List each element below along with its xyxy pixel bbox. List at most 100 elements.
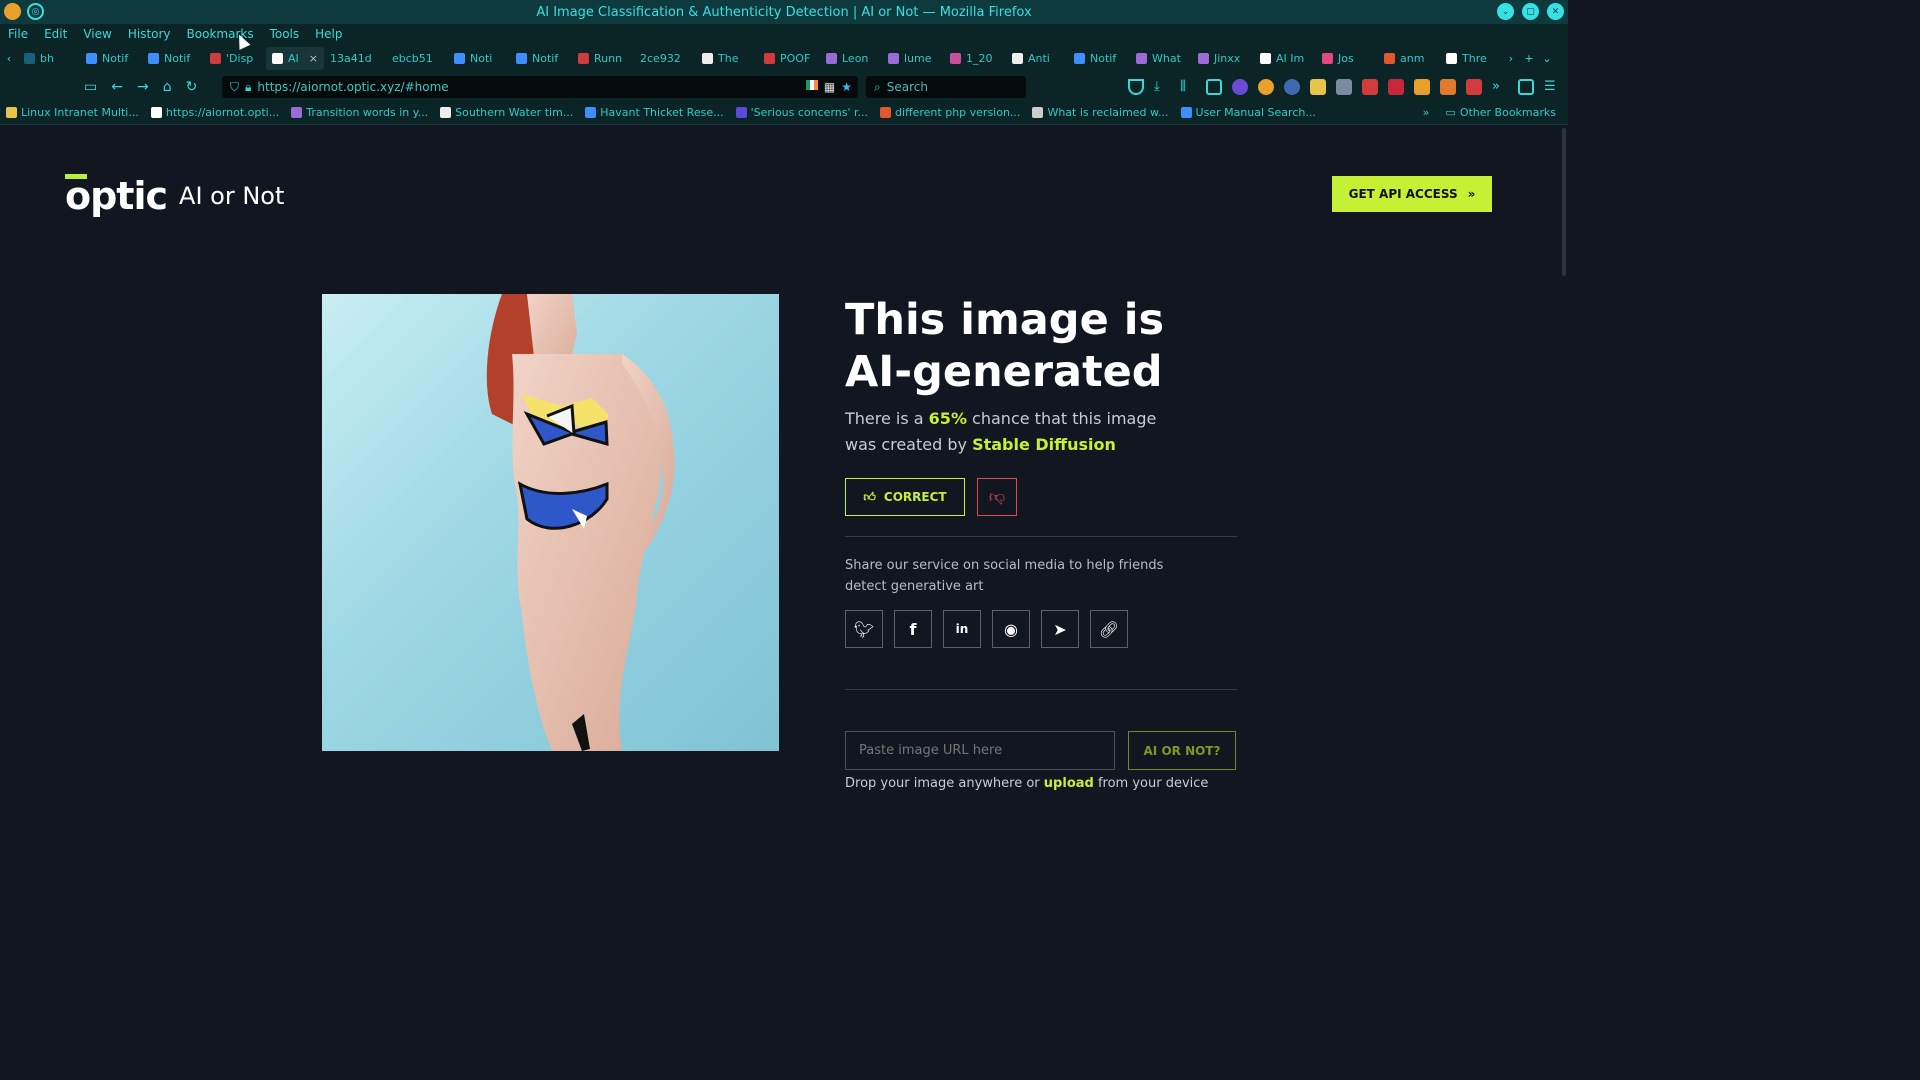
extension-icon[interactable] [1440, 79, 1456, 95]
tab-6[interactable]: ebcb51 [386, 47, 448, 70]
tab-list-icon[interactable]: ⌄ [1538, 52, 1556, 65]
tab-17[interactable]: Notif [1068, 47, 1130, 70]
menu-help[interactable]: Help [307, 27, 350, 41]
tab-3[interactable]: 'Disp [204, 47, 266, 70]
tabs-scroll-right-icon[interactable]: › [1502, 52, 1520, 65]
lock-icon[interactable]: 🔒︎ [245, 80, 251, 95]
incorrect-button[interactable]: 👎︎ [977, 478, 1017, 516]
tab-16[interactable]: Anti [1006, 47, 1068, 70]
bookmark-item[interactable]: 'Serious concerns' r... [730, 106, 874, 119]
other-bookmarks[interactable]: ▭ Other Bookmarks [1439, 106, 1562, 119]
minimize-icon[interactable]: ⌄ [1497, 3, 1514, 20]
site-logo[interactable]: optic AI or Not [65, 174, 284, 218]
tab-8[interactable]: Notif [510, 47, 572, 70]
get-api-access-button[interactable]: GET API ACCESS » [1332, 176, 1492, 212]
firefox-icon[interactable] [4, 3, 21, 20]
tab-14[interactable]: lume [882, 47, 944, 70]
upload-link[interactable]: upload [1044, 776, 1094, 791]
library-icon[interactable]: ⫼ [1180, 79, 1196, 95]
tab-7[interactable]: Noti [448, 47, 510, 70]
qr-icon[interactable]: ▦ [824, 80, 835, 94]
tab-4[interactable]: AI × [266, 47, 324, 70]
extension-icon[interactable] [1232, 79, 1248, 95]
bookmark-item[interactable]: Havant Thicket Rese... [579, 106, 729, 119]
menu-file[interactable]: File [0, 27, 36, 41]
pocket-icon[interactable] [1128, 79, 1144, 95]
back-icon[interactable]: ← [111, 79, 123, 95]
facebook-share-button[interactable]: f [894, 610, 932, 648]
bookmark-star-icon[interactable]: ★ [841, 80, 852, 94]
folder-icon[interactable]: ▭ [84, 79, 97, 95]
close-window-icon[interactable]: ✕ [1547, 3, 1564, 20]
tab-label: anm [1400, 52, 1425, 65]
tab-1[interactable]: Notif [80, 47, 142, 70]
overflow-icon[interactable]: » [1492, 79, 1508, 95]
bookmark-item[interactable]: Linux Intranet Multi... [0, 106, 145, 119]
tab-label: Jos [1338, 52, 1354, 65]
tab-favicon-icon [950, 53, 961, 64]
tab-12[interactable]: POOF [758, 47, 820, 70]
tab-15[interactable]: 1_20 [944, 47, 1006, 70]
extension-icon[interactable] [1388, 79, 1404, 95]
bookmark-item[interactable]: Southern Water tim... [434, 106, 579, 119]
extension-icon[interactable] [1336, 79, 1352, 95]
menu-history[interactable]: History [120, 27, 179, 41]
tab-13[interactable]: Leon [820, 47, 882, 70]
bookmark-item[interactable]: What is reclaimed w... [1026, 106, 1174, 119]
tab-10[interactable]: 2ce932 [634, 47, 696, 70]
extension-icon[interactable] [1284, 79, 1300, 95]
menu-edit[interactable]: Edit [36, 27, 75, 41]
downloads-icon[interactable]: ⤓ [1154, 79, 1170, 95]
menu-tools[interactable]: Tools [262, 27, 308, 41]
tab-5[interactable]: 13a41d [324, 47, 386, 70]
shield-icon[interactable]: ⛉ [230, 80, 239, 95]
bookmark-item[interactable]: https://aiornot.opti... [145, 106, 285, 119]
bookmark-item[interactable]: different php version... [874, 106, 1026, 119]
tab-2[interactable]: Notif [142, 47, 204, 70]
tab-0[interactable]: bh [18, 47, 80, 70]
url-bar[interactable]: ⛉ 🔒︎ https://aiornot.optic.xyz/#home ▦ ★ [222, 76, 858, 98]
menu-bookmarks[interactable]: Bookmarks [179, 27, 262, 41]
tabs-scroll-left-icon[interactable]: ‹ [0, 52, 18, 65]
correct-button[interactable]: 👍︎ CORRECT [845, 478, 965, 516]
home-icon[interactable]: ⌂ [163, 79, 172, 95]
tab-18[interactable]: What [1130, 47, 1192, 70]
maximize-icon[interactable]: ▢ [1522, 3, 1539, 20]
window-menu-icon[interactable]: ◎ [27, 3, 44, 20]
search-input[interactable]: ⌕ Search [866, 76, 1026, 98]
tab-20[interactable]: AI Im [1254, 47, 1316, 70]
telegram-share-button[interactable]: ➤ [1041, 610, 1079, 648]
tab-23[interactable]: Thre [1440, 47, 1502, 70]
menu-view[interactable]: View [75, 27, 119, 41]
ai-or-not-button[interactable]: AI OR NOT? [1128, 731, 1236, 770]
reload-icon[interactable]: ↻ [186, 79, 198, 95]
extensions-puzzle-icon[interactable] [1518, 79, 1534, 95]
forward-icon[interactable]: → [137, 79, 149, 95]
new-tab-icon[interactable]: + [1520, 52, 1538, 65]
close-tab-icon[interactable]: × [309, 52, 318, 65]
extension-icon[interactable] [1414, 79, 1430, 95]
extension-icon[interactable] [1258, 79, 1274, 95]
extension-icon[interactable] [1310, 79, 1326, 95]
copy-link-button[interactable]: 🔗︎ [1090, 610, 1128, 648]
linkedin-share-button[interactable]: in [943, 610, 981, 648]
bookmarks-overflow-icon[interactable]: » [1423, 106, 1430, 119]
tab-9[interactable]: Runn [572, 47, 634, 70]
tab-22[interactable]: anm [1378, 47, 1440, 70]
page-scrollbar[interactable] [1562, 128, 1566, 276]
bookmark-item[interactable]: User Manual Search... [1175, 106, 1322, 119]
extension-icon[interactable] [1362, 79, 1378, 95]
extension-icon[interactable] [1466, 79, 1482, 95]
telegram-icon: ➤ [1053, 619, 1067, 639]
twitter-share-button[interactable]: 🐦︎ [845, 610, 883, 648]
bookmark-item[interactable]: Transition words in y... [285, 106, 434, 119]
url-text[interactable]: https://aiornot.optic.xyz/#home [257, 80, 448, 94]
reddit-icon: ◉ [1004, 619, 1018, 639]
tab-21[interactable]: Jos [1316, 47, 1378, 70]
tab-19[interactable]: Jinxx [1192, 47, 1254, 70]
image-url-input[interactable] [845, 731, 1115, 770]
tab-11[interactable]: The [696, 47, 758, 70]
sidebar-icon[interactable] [1206, 79, 1222, 95]
hamburger-menu-icon[interactable]: ☰ [1544, 79, 1560, 95]
reddit-share-button[interactable]: ◉ [992, 610, 1030, 648]
